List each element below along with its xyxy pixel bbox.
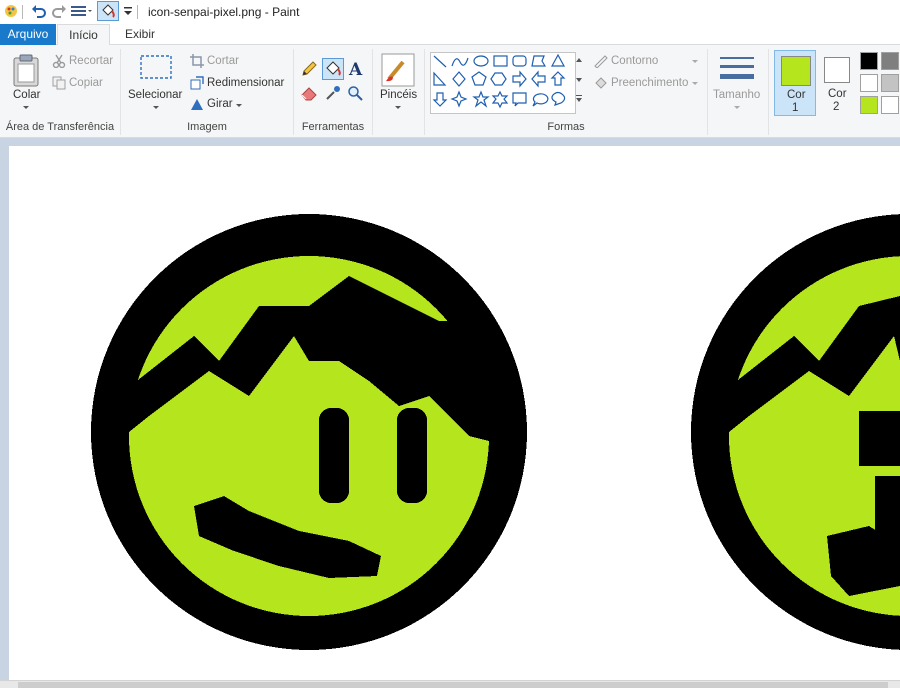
text-icon[interactable]: A	[347, 59, 365, 82]
pencil-icon[interactable]	[300, 60, 318, 81]
group-separator	[707, 49, 708, 135]
fill-style-icon	[593, 76, 609, 93]
cut-button-label[interactable]: Recortar	[69, 55, 113, 67]
palette-swatch[interactable]	[881, 96, 899, 114]
crop-icon	[190, 54, 204, 71]
smiley-face-left	[91, 214, 527, 650]
eraser-icon[interactable]	[300, 85, 318, 104]
group-separator	[120, 49, 121, 135]
drawing-canvas[interactable]	[9, 146, 900, 680]
resize-button-label[interactable]: Redimensionar	[207, 77, 284, 89]
size-icon[interactable]	[720, 55, 754, 86]
outline-button-label[interactable]: Contorno	[611, 55, 658, 67]
svg-text:A: A	[348, 60, 363, 79]
properties-icon[interactable]	[71, 4, 93, 21]
size-button-label[interactable]: Tamanho	[713, 89, 760, 101]
tools-group-label: Ferramentas	[301, 121, 365, 133]
shapes-group-label: Formas	[547, 121, 585, 133]
palette-swatch[interactable]	[881, 52, 899, 70]
color2-label-line1: Cor	[828, 88, 847, 100]
color2-swatch	[824, 57, 850, 83]
shapes-gallery[interactable]	[430, 52, 588, 117]
rotate-icon[interactable]	[190, 97, 204, 114]
quick-access-separator	[22, 5, 23, 19]
paste-icon[interactable]	[12, 53, 40, 90]
paste-dropdown-icon[interactable]	[23, 106, 29, 109]
horizontal-scrollbar[interactable]	[0, 680, 900, 688]
copy-button-label[interactable]: Copiar	[69, 77, 103, 89]
color1-label-line2: 1	[792, 102, 799, 114]
redo-icon[interactable]	[51, 4, 67, 21]
color2-button[interactable]: Cor 2	[818, 50, 858, 116]
image-group-label: Imagem	[187, 121, 227, 133]
workspace	[0, 138, 900, 680]
resize-icon[interactable]	[190, 76, 204, 93]
customize-quick-access-icon[interactable]	[123, 4, 133, 21]
crop-button-label[interactable]: Cortar	[207, 55, 239, 67]
tab-home[interactable]: Início	[57, 24, 110, 46]
select-icon[interactable]	[140, 55, 172, 82]
ribbon: Colar Recortar Copiar Área de Transferên…	[0, 45, 900, 138]
ribbon-tabs: Arquivo Início Exibir	[0, 24, 900, 46]
color1-swatch	[781, 56, 811, 86]
magnifier-icon[interactable]	[347, 85, 363, 104]
scrollbar-thumb[interactable]	[18, 682, 888, 688]
palette-swatch[interactable]	[860, 74, 878, 92]
window-title: icon-senpai-pixel.png - Paint	[148, 5, 300, 19]
color2-label-line2: 2	[833, 101, 840, 113]
brushes-icon[interactable]	[381, 53, 415, 90]
palette-swatch[interactable]	[881, 74, 899, 92]
palette-swatch[interactable]	[860, 96, 878, 114]
outline-dropdown-icon[interactable]	[692, 60, 698, 63]
title-separator	[137, 5, 138, 19]
brushes-dropdown-icon[interactable]	[395, 106, 401, 109]
palette-swatch[interactable]	[860, 52, 878, 70]
group-separator	[768, 49, 769, 135]
cut-icon	[52, 54, 66, 71]
brushes-button-label[interactable]: Pincéis	[380, 89, 417, 101]
select-button-label[interactable]: Selecionar	[128, 89, 182, 101]
outline-icon	[593, 54, 609, 71]
select-dropdown-icon[interactable]	[153, 106, 159, 109]
fill-icon[interactable]	[322, 58, 344, 83]
fill-tool-quick-icon[interactable]	[97, 0, 119, 24]
title-bar: icon-senpai-pixel.png - Paint	[0, 0, 900, 24]
group-separator	[424, 49, 425, 135]
color-picker-icon[interactable]	[325, 85, 341, 104]
color1-label-line1: Cor	[787, 89, 806, 101]
rotate-dropdown-icon[interactable]	[236, 104, 242, 107]
fill-style-button-label[interactable]: Preenchimento	[611, 77, 688, 89]
copy-icon	[52, 76, 66, 93]
undo-icon[interactable]	[31, 4, 47, 21]
tab-view[interactable]: Exibir	[112, 24, 168, 46]
fill-style-dropdown-icon[interactable]	[692, 82, 698, 85]
size-dropdown-icon[interactable]	[734, 106, 740, 109]
color1-button[interactable]: Cor 1	[774, 50, 816, 116]
tab-file[interactable]: Arquivo	[0, 24, 56, 45]
rotate-button-label[interactable]: Girar	[207, 98, 233, 110]
paste-button-label[interactable]: Colar	[13, 89, 40, 101]
clipboard-group-label: Área de Transferência	[5, 121, 115, 133]
group-separator	[372, 49, 373, 135]
paint-app-icon[interactable]	[4, 4, 18, 21]
smiley-face-right	[691, 214, 900, 650]
